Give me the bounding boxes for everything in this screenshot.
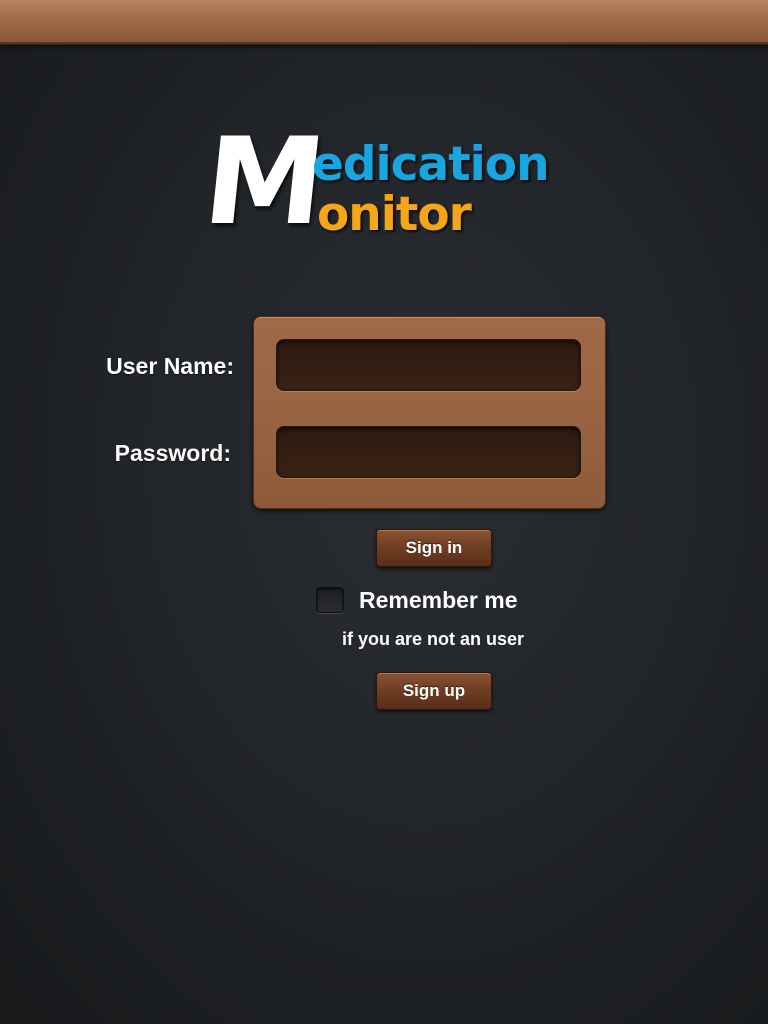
logo-word-edication: edication [312, 137, 550, 192]
logo-letter-m: M [197, 113, 328, 252]
app-logo: M edication onitor [198, 113, 565, 252]
remember-me-checkbox[interactable] [316, 587, 344, 613]
logo-word-onitor: onitor [317, 187, 472, 242]
signup-hint-text: if you are not an user [341, 629, 525, 649]
password-input[interactable] [276, 426, 581, 478]
username-input[interactable] [276, 339, 581, 391]
remember-me-row: Remember me [316, 585, 518, 615]
sign-in-button[interactable]: Sign in [376, 529, 492, 567]
username-label: User Name: [106, 353, 234, 379]
password-label: Password: [114, 440, 231, 466]
sign-in-label: Sign in [405, 538, 463, 557]
remember-me-label: Remember me [359, 586, 518, 613]
sign-up-button[interactable]: Sign up [376, 672, 492, 710]
sign-up-label: Sign up [402, 681, 466, 700]
login-form-panel [253, 316, 606, 509]
top-bar [0, 0, 768, 45]
